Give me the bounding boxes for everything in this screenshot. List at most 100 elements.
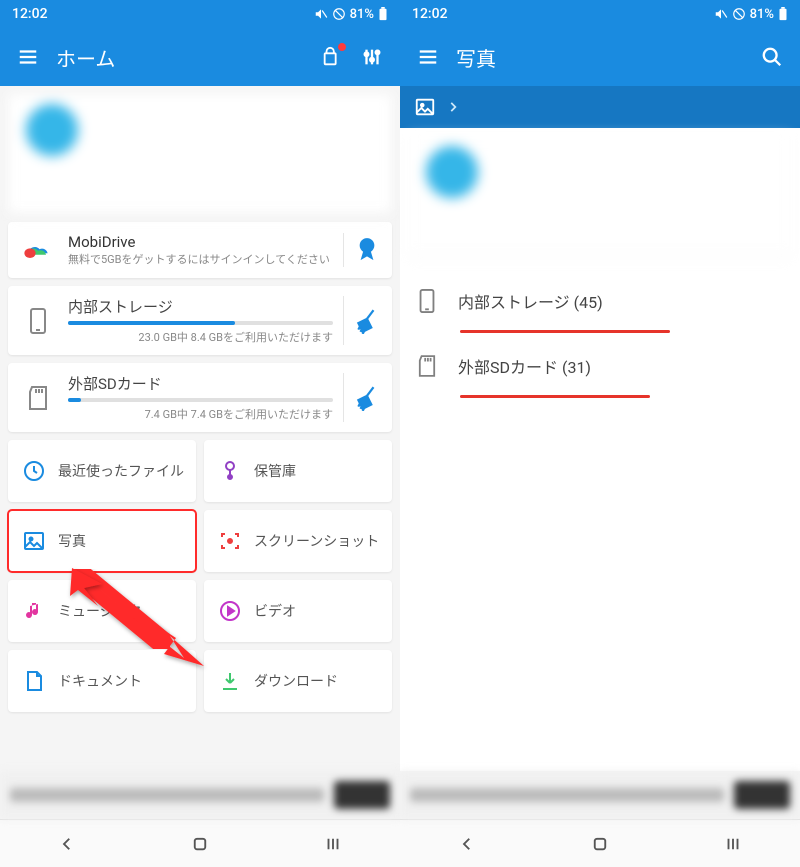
right-screen: 12:02 81% 写真: [400, 0, 800, 867]
lock-icon: [216, 457, 244, 485]
sliders-icon: [361, 46, 383, 68]
page-title: 写真: [448, 43, 752, 72]
home-body: MobiDrive 無料で5GBをゲットするにはサインインしてください 内部スト…: [0, 86, 400, 771]
phone-icon: [414, 288, 440, 314]
category-screenshot[interactable]: スクリーンショット: [204, 510, 392, 572]
nav-recent[interactable]: [703, 824, 763, 864]
row-internal[interactable]: 内部ストレージ (45): [400, 272, 800, 330]
battery-pct: 81%: [750, 7, 774, 22]
clean-button-2[interactable]: [344, 385, 380, 411]
mobidrive-title: MobiDrive: [68, 233, 333, 251]
nav-back[interactable]: [437, 824, 497, 864]
cat-label: ミュージック: [58, 601, 142, 621]
mobidrive-icon: [20, 232, 56, 268]
promo-banner[interactable]: [8, 94, 392, 214]
image-icon: [414, 96, 436, 118]
photos-body: 内部ストレージ (45) 外部SDカード (31): [400, 128, 800, 771]
phone-icon: [20, 303, 56, 339]
breadcrumb[interactable]: [400, 86, 800, 128]
row-label: 外部SDカード (31): [458, 354, 591, 378]
promo-banner[interactable]: [408, 136, 792, 256]
shop-button[interactable]: [312, 37, 352, 77]
category-recent[interactable]: 最近使ったファイル: [8, 440, 196, 502]
hamburger-icon: [17, 46, 39, 68]
settings-button[interactable]: [352, 37, 392, 77]
status-bar: 12:02 81%: [400, 0, 800, 28]
category-video[interactable]: ビデオ: [204, 580, 392, 642]
capture-icon: [216, 527, 244, 555]
play-icon: [216, 597, 244, 625]
sd-icon: [414, 353, 440, 379]
internal-storage-card[interactable]: 内部ストレージ 23.0 GB中 8.4 GBをご利用いただけます: [8, 286, 392, 355]
category-download[interactable]: ダウンロード: [204, 650, 392, 712]
cat-label: 保管庫: [254, 461, 296, 481]
category-grid: 最近使ったファイル 保管庫 写真 スクリーンショット ミュージック ビデオ: [8, 440, 392, 712]
mute-icon: [314, 7, 328, 21]
internal-title: 内部ストレージ: [68, 296, 333, 317]
ad-banner[interactable]: [400, 771, 800, 819]
cat-label: ドキュメント: [58, 671, 142, 691]
row-external[interactable]: 外部SDカード (31): [400, 337, 800, 395]
app-bar: 写真: [400, 28, 800, 86]
status-icons: 81%: [714, 7, 788, 22]
page-title: ホーム: [48, 43, 312, 72]
hamburger-icon: [417, 46, 439, 68]
nav-bar: [0, 819, 400, 867]
doc-icon: [20, 667, 48, 695]
search-icon: [761, 46, 783, 68]
nav-home[interactable]: [170, 824, 230, 864]
cat-label: 写真: [58, 531, 86, 551]
category-vault[interactable]: 保管庫: [204, 440, 392, 502]
external-title: 外部SDカード: [68, 373, 333, 394]
internal-detail: 23.0 GB中 8.4 GBをご利用いただけます: [68, 329, 333, 345]
nav-back[interactable]: [37, 824, 97, 864]
menu-button[interactable]: [8, 37, 48, 77]
menu-button[interactable]: [408, 37, 448, 77]
image-icon: [20, 527, 48, 555]
block-icon: [332, 7, 346, 21]
left-screen: 12:02 81% ホーム: [0, 0, 400, 867]
cat-label: ビデオ: [254, 601, 296, 621]
mobidrive-text: MobiDrive 無料で5GBをゲットするにはサインインしてください: [68, 233, 344, 267]
category-photos[interactable]: 写真: [8, 510, 196, 572]
block-icon: [732, 7, 746, 21]
clock-icon: [20, 457, 48, 485]
mobidrive-card[interactable]: MobiDrive 無料で5GBをゲットするにはサインインしてください: [8, 222, 392, 278]
app-bar: ホーム: [0, 28, 400, 86]
nav-home[interactable]: [570, 824, 630, 864]
clock: 12:02: [412, 6, 448, 22]
nav-bar: [400, 819, 800, 867]
mute-icon: [714, 7, 728, 21]
clock: 12:02: [12, 6, 48, 22]
download-icon: [216, 667, 244, 695]
cat-label: スクリーンショット: [254, 531, 379, 551]
category-document[interactable]: ドキュメント: [8, 650, 196, 712]
broom-icon: [354, 308, 380, 334]
mobidrive-subtitle: 無料で5GBをゲットするにはサインインしてください: [68, 253, 333, 267]
ad-banner[interactable]: [0, 771, 400, 819]
sd-icon: [20, 380, 56, 416]
chevron-right-icon: [446, 100, 460, 114]
cat-label: 最近使ったファイル: [58, 461, 184, 481]
clean-button[interactable]: [344, 308, 380, 334]
notification-dot: [338, 43, 346, 51]
battery-icon: [378, 7, 388, 21]
external-detail: 7.4 GB中 7.4 GBをご利用いただけます: [68, 406, 333, 422]
award-icon: [344, 236, 380, 264]
music-icon: [20, 597, 48, 625]
internal-text: 内部ストレージ 23.0 GB中 8.4 GBをご利用いただけます: [68, 296, 344, 345]
cat-label: ダウンロード: [254, 671, 338, 691]
category-music[interactable]: ミュージック: [8, 580, 196, 642]
external-text: 外部SDカード 7.4 GB中 7.4 GBをご利用いただけます: [68, 373, 344, 422]
nav-recent[interactable]: [303, 824, 363, 864]
battery-icon: [778, 7, 788, 21]
row-label: 内部ストレージ (45): [458, 289, 603, 313]
external-storage-card[interactable]: 外部SDカード 7.4 GB中 7.4 GBをご利用いただけます: [8, 363, 392, 432]
broom-icon: [354, 385, 380, 411]
battery-pct: 81%: [350, 7, 374, 22]
search-button[interactable]: [752, 37, 792, 77]
status-icons: 81%: [314, 7, 388, 22]
underline-annotation: [460, 330, 670, 333]
status-bar: 12:02 81%: [0, 0, 400, 28]
underline-annotation: [460, 395, 650, 398]
